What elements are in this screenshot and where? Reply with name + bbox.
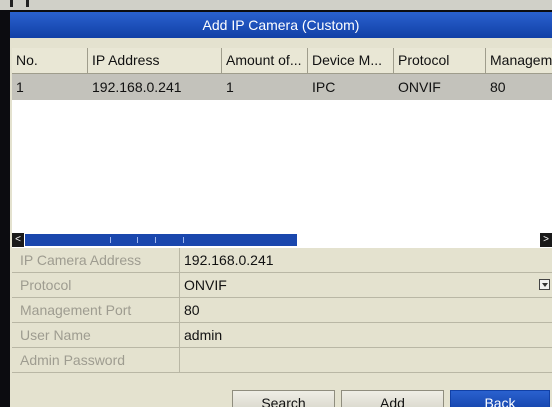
scroll-left-icon[interactable]: <	[12, 233, 24, 247]
toolbar-marker	[10, 0, 13, 7]
thumb-grip	[183, 237, 184, 243]
form-row-admin-password: Admin Password	[12, 348, 552, 373]
user-name-field[interactable]: admin	[180, 323, 552, 347]
protocol-selected-value: ONVIF	[184, 277, 227, 293]
column-header-amount[interactable]: Amount of...	[222, 48, 308, 73]
protocol-select[interactable]: ONVIF	[180, 273, 552, 297]
background-toolbar-strip	[0, 0, 552, 10]
cell-protocol: ONVIF	[398, 79, 441, 95]
dialog-title: Add IP Camera (Custom)	[10, 12, 552, 38]
table-row[interactable]: 1 192.168.0.241 1 IPC ONVIF 80	[12, 74, 552, 100]
toolbar-marker	[26, 0, 29, 7]
admin-password-field[interactable]	[180, 348, 552, 372]
cell-no: 1	[16, 79, 24, 95]
thumb-grip	[110, 237, 111, 243]
form-row-management-port: Management Port 80	[12, 298, 552, 323]
form-row-user-name: User Name admin	[12, 323, 552, 348]
form-row-protocol: Protocol ONVIF	[12, 273, 552, 298]
dropdown-arrow-icon[interactable]	[539, 279, 550, 290]
scroll-right-icon[interactable]: >	[540, 233, 552, 247]
column-header-management-port[interactable]: Managem	[486, 48, 552, 73]
back-button[interactable]: Back	[450, 390, 550, 407]
form-row-ip-camera-address: IP Camera Address 192.168.0.241	[12, 248, 552, 273]
scrollbar-thumb[interactable]	[25, 234, 297, 246]
camera-list-table: No. IP Address Amount of... Device M... …	[12, 48, 552, 248]
table-header: No. IP Address Amount of... Device M... …	[12, 48, 552, 74]
ip-camera-address-field[interactable]: 192.168.0.241	[180, 248, 552, 272]
management-port-label: Management Port	[12, 298, 180, 322]
user-name-label: User Name	[12, 323, 180, 347]
add-ip-camera-dialog: Add IP Camera (Custom) No. IP Address Am…	[10, 12, 552, 407]
cell-management-port: 80	[490, 79, 506, 95]
admin-password-label: Admin Password	[12, 348, 180, 372]
horizontal-scrollbar[interactable]: < >	[12, 233, 552, 247]
thumb-grip	[155, 237, 156, 243]
management-port-field[interactable]: 80	[180, 298, 552, 322]
cell-ip-address: 192.168.0.241	[92, 79, 182, 95]
cell-device-model: IPC	[312, 79, 336, 95]
add-button[interactable]: Add	[341, 390, 444, 407]
thumb-grip	[137, 237, 138, 243]
column-header-device-model[interactable]: Device M...	[308, 48, 394, 73]
column-header-ip-address[interactable]: IP Address	[88, 48, 222, 73]
column-header-protocol[interactable]: Protocol	[394, 48, 486, 73]
search-button[interactable]: Search	[232, 390, 335, 407]
ip-camera-address-label: IP Camera Address	[12, 248, 180, 272]
cell-amount: 1	[226, 79, 234, 95]
column-header-no[interactable]: No.	[12, 48, 88, 73]
camera-settings-form: IP Camera Address 192.168.0.241 Protocol…	[12, 248, 552, 378]
protocol-label: Protocol	[12, 273, 180, 297]
